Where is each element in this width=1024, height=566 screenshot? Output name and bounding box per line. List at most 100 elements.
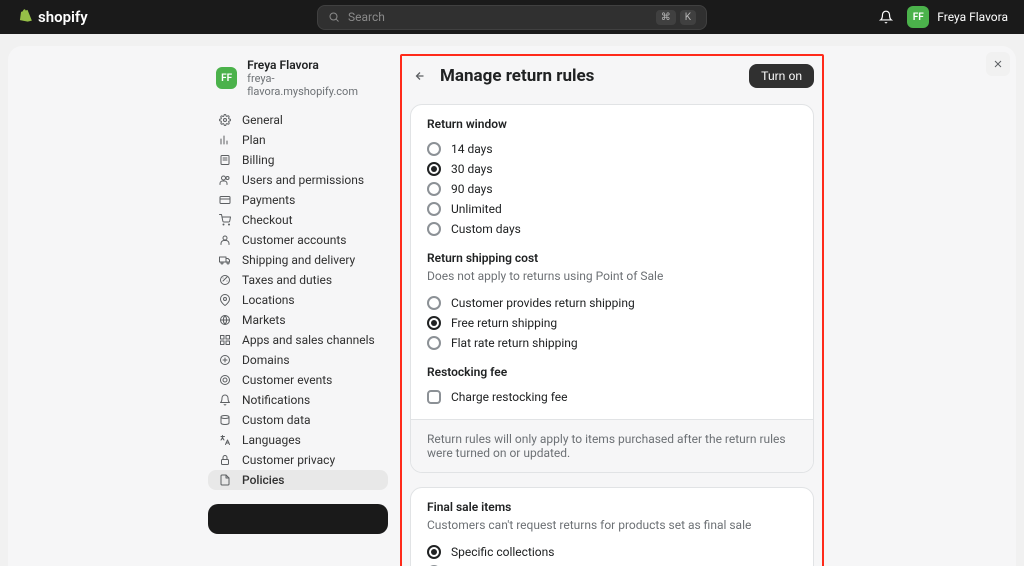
restocking-title: Restocking fee bbox=[427, 365, 797, 379]
radio-label: Custom days bbox=[451, 222, 521, 236]
return-window-option-3[interactable]: Unlimited bbox=[427, 199, 797, 219]
radio-label: Flat rate return shipping bbox=[451, 336, 578, 350]
sidebar-item-billing[interactable]: Billing bbox=[208, 150, 388, 170]
sidebar-item-shipping-and-delivery[interactable]: Shipping and delivery bbox=[208, 250, 388, 270]
radio-icon bbox=[427, 296, 441, 310]
sidebar-item-label: Billing bbox=[242, 153, 275, 167]
sidebar-item-label: Custom data bbox=[242, 413, 311, 427]
sidebar-item-label: Checkout bbox=[242, 213, 293, 227]
close-icon[interactable] bbox=[986, 52, 1010, 76]
radio-label: 30 days bbox=[451, 162, 493, 176]
search-placeholder: Search bbox=[348, 10, 385, 24]
kbd-modifier: ⌘ bbox=[656, 10, 676, 25]
radio-icon bbox=[427, 202, 441, 216]
radio-icon bbox=[427, 182, 441, 196]
sidebar-item-markets[interactable]: Markets bbox=[208, 310, 388, 330]
sidebar-item-custom-data[interactable]: Custom data bbox=[208, 410, 388, 430]
bell-icon bbox=[218, 393, 232, 407]
credit-icon bbox=[218, 193, 232, 207]
sidebar-item-locations[interactable]: Locations bbox=[208, 290, 388, 310]
return-window-option-4[interactable]: Custom days bbox=[427, 219, 797, 239]
sidebar-item-label: Markets bbox=[242, 313, 286, 327]
users-icon bbox=[218, 173, 232, 187]
sidebar-item-domains[interactable]: Domains bbox=[208, 350, 388, 370]
final-sale-title: Final sale items bbox=[427, 500, 797, 514]
sidebar-item-apps-and-sales-channels[interactable]: Apps and sales channels bbox=[208, 330, 388, 350]
sidebar-item-users-and-permissions[interactable]: Users and permissions bbox=[208, 170, 388, 190]
sidebar-item-customer-events[interactable]: Customer events bbox=[208, 370, 388, 390]
sidebar-item-checkout[interactable]: Checkout bbox=[208, 210, 388, 230]
lang-icon bbox=[218, 433, 232, 447]
db-icon bbox=[218, 413, 232, 427]
store-name: Freya Flavora bbox=[247, 58, 380, 72]
sidebar-item-taxes-and-duties[interactable]: Taxes and duties bbox=[208, 270, 388, 290]
avatar: FF bbox=[907, 6, 929, 28]
sidebar-item-label: Plan bbox=[242, 133, 266, 147]
pin-icon bbox=[218, 293, 232, 307]
radio-label: Free return shipping bbox=[451, 316, 557, 330]
sidebar-item-customer-accounts[interactable]: Customer accounts bbox=[208, 230, 388, 250]
sidebar-item-label: Notifications bbox=[242, 393, 310, 407]
shopify-logo: shopify bbox=[16, 8, 88, 26]
sidebar-item-label: Customer privacy bbox=[242, 453, 335, 467]
sidebar-item-label: Shipping and delivery bbox=[242, 253, 355, 267]
restocking-label: Charge restocking fee bbox=[451, 390, 568, 404]
final-sale-option-0[interactable]: Specific collections bbox=[427, 542, 797, 562]
return-shipping-option-1[interactable]: Free return shipping bbox=[427, 313, 797, 333]
radio-icon bbox=[427, 545, 441, 559]
doc-icon bbox=[218, 473, 232, 487]
page-title: Manage return rules bbox=[440, 66, 594, 86]
turn-on-button[interactable]: Turn on bbox=[749, 64, 814, 88]
sidebar-item-general[interactable]: General bbox=[208, 110, 388, 130]
return-shipping-option-0[interactable]: Customer provides return shipping bbox=[427, 293, 797, 313]
radio-label: Specific collections bbox=[451, 545, 554, 559]
radio-label: Customer provides return shipping bbox=[451, 296, 635, 310]
sidebar-item-payments[interactable]: Payments bbox=[208, 190, 388, 210]
search-input[interactable]: Search ⌘ K bbox=[317, 5, 707, 30]
return-window-title: Return window bbox=[427, 117, 797, 131]
shipping-cost-sub: Does not apply to returns using Point of… bbox=[427, 269, 797, 283]
radio-icon bbox=[427, 316, 441, 330]
sidebar-item-label: Locations bbox=[242, 293, 295, 307]
sidebar-item-label: Users and permissions bbox=[242, 173, 364, 187]
restocking-checkbox-row[interactable]: Charge restocking fee bbox=[427, 387, 797, 407]
globe-icon bbox=[218, 313, 232, 327]
return-shipping-option-2[interactable]: Flat rate return shipping bbox=[427, 333, 797, 353]
notifications-icon[interactable] bbox=[879, 10, 893, 24]
back-arrow-icon[interactable] bbox=[410, 66, 430, 86]
sidebar-item-policies[interactable]: Policies bbox=[208, 470, 388, 490]
radio-icon bbox=[427, 222, 441, 236]
sidebar-item-label: Domains bbox=[242, 353, 290, 367]
cart-icon bbox=[218, 213, 232, 227]
sidebar-item-label: General bbox=[242, 113, 283, 127]
radio-icon bbox=[427, 162, 441, 176]
tax-icon bbox=[218, 273, 232, 287]
kbd-key: K bbox=[680, 10, 696, 25]
sidebar-item-notifications[interactable]: Notifications bbox=[208, 390, 388, 410]
sidebar-item-languages[interactable]: Languages bbox=[208, 430, 388, 450]
store-avatar: FF bbox=[216, 67, 237, 89]
sidebar-action[interactable] bbox=[208, 504, 388, 534]
brand-label: shopify bbox=[38, 8, 88, 26]
lock-icon bbox=[218, 453, 232, 467]
sidebar-item-customer-privacy[interactable]: Customer privacy bbox=[208, 450, 388, 470]
sidebar-item-label: Payments bbox=[242, 193, 295, 207]
return-window-option-1[interactable]: 30 days bbox=[427, 159, 797, 179]
sidebar-item-label: Apps and sales channels bbox=[242, 333, 375, 347]
card1-footer-note: Return rules will only apply to items pu… bbox=[411, 419, 813, 472]
sidebar-item-plan[interactable]: Plan bbox=[208, 130, 388, 150]
radio-label: Unlimited bbox=[451, 202, 502, 216]
domain-icon bbox=[218, 353, 232, 367]
user-name: Freya Flavora bbox=[937, 10, 1008, 24]
radio-icon bbox=[427, 142, 441, 156]
person-icon bbox=[218, 233, 232, 247]
gear-icon bbox=[218, 113, 232, 127]
return-window-option-0[interactable]: 14 days bbox=[427, 139, 797, 159]
final-sale-sub: Customers can't request returns for prod… bbox=[427, 518, 797, 532]
user-menu[interactable]: FF Freya Flavora bbox=[907, 6, 1008, 28]
sidebar-item-label: Policies bbox=[242, 473, 284, 487]
sidebar-item-label: Customer events bbox=[242, 373, 332, 387]
store-domain: freya-flavora.myshopify.com bbox=[247, 72, 380, 98]
return-window-option-2[interactable]: 90 days bbox=[427, 179, 797, 199]
final-sale-option-1[interactable]: Specific products bbox=[427, 562, 797, 566]
